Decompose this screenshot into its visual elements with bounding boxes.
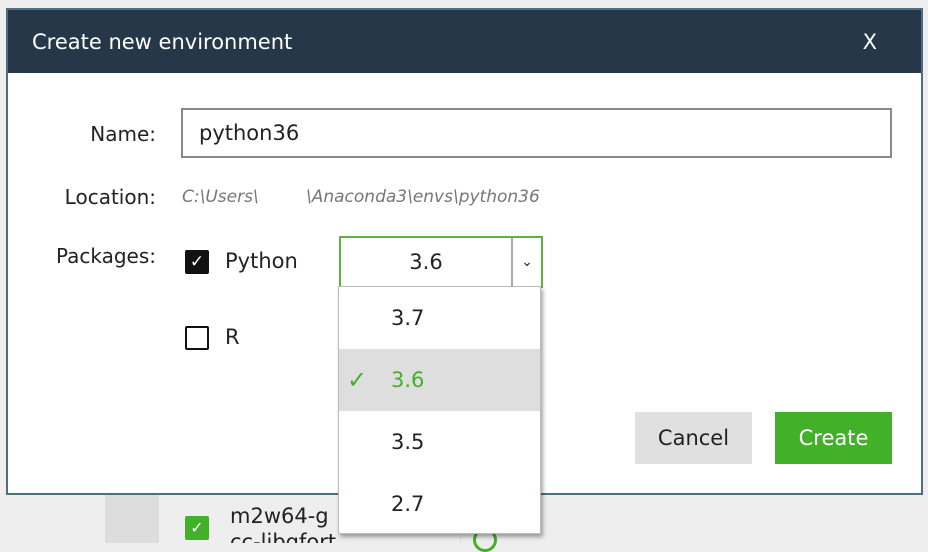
check-icon: ✓	[347, 366, 368, 394]
r-checkbox[interactable]	[185, 326, 209, 350]
packages-label: Packages:	[55, 244, 156, 268]
python-label: Python	[225, 249, 298, 273]
python-checkbox[interactable]: ✓	[185, 250, 209, 274]
r-label: R	[225, 325, 240, 349]
create-button[interactable]: Create	[775, 412, 892, 464]
chevron-down-icon[interactable]: ⌄	[511, 238, 541, 286]
background-package-checkbox[interactable]: ✓	[185, 516, 209, 540]
version-option-selected[interactable]: ✓ 3.6	[339, 349, 540, 411]
name-label: Name:	[90, 122, 156, 146]
background-package-name: m2w64-gcc-libgfortran	[230, 504, 337, 543]
cancel-button[interactable]: Cancel	[635, 412, 752, 464]
python-version-value: 3.6	[409, 250, 443, 274]
name-input[interactable]	[181, 108, 892, 158]
option-label: 3.6	[391, 368, 425, 392]
version-option[interactable]: 3.5	[339, 411, 540, 473]
location-path-start: C:\Users\	[182, 187, 259, 207]
python-version-select[interactable]: 3.6 ⌄	[339, 236, 543, 288]
option-label: 3.7	[391, 306, 425, 330]
version-dropdown-menu: 3.7 ✓ 3.6 3.5 2.7	[338, 286, 541, 534]
version-option[interactable]: 2.7	[339, 473, 540, 535]
option-label: 2.7	[391, 492, 425, 516]
dialog-title: Create new environment	[32, 29, 293, 54]
close-button[interactable]: X	[863, 30, 877, 54]
option-label: 3.5	[391, 430, 425, 454]
location-path-end: \Anaconda3\envs\python36	[306, 187, 540, 207]
version-option[interactable]: 3.7	[339, 287, 540, 349]
dialog-header: Create new environment X	[8, 10, 921, 73]
location-label: Location:	[64, 185, 156, 209]
background-sidebar	[105, 494, 159, 543]
